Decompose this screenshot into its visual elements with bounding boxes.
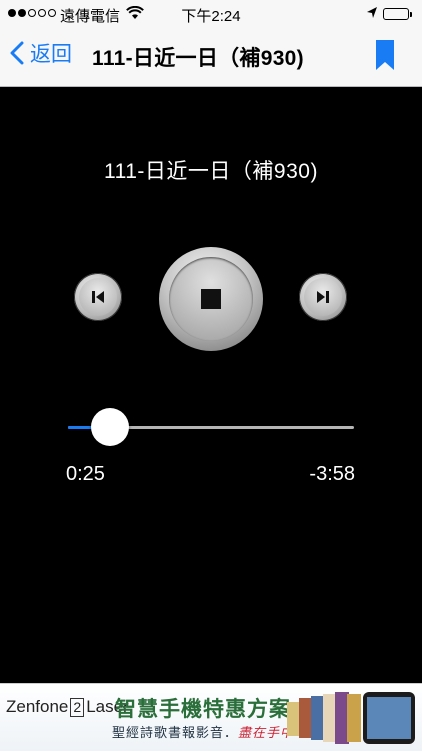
bookmark-icon	[376, 40, 394, 70]
ad-subline: 聖經詩歌書報影音．盡在手中	[112, 722, 294, 741]
page-title: 111-日近一日（補930)	[92, 47, 304, 70]
back-button[interactable]: 返回	[10, 38, 72, 68]
skip-previous-icon	[92, 291, 104, 303]
clock: 下午2:24	[181, 8, 241, 25]
next-track-button[interactable]	[299, 273, 347, 321]
chevron-left-icon	[10, 41, 24, 65]
navigation-bar: 返回 111-日近一日（補930)	[0, 28, 422, 86]
ad-product-image	[287, 692, 415, 744]
top-bar: 遠傳電信 下午2:24 返回 111-日近一日（補930)	[0, 0, 422, 87]
status-bar: 遠傳電信 下午2:24	[0, 0, 422, 28]
progress-slider[interactable]	[68, 408, 354, 446]
previous-track-button[interactable]	[74, 273, 122, 321]
remaining-time: -3:58	[309, 463, 355, 485]
back-label: 返回	[30, 43, 72, 66]
stop-button[interactable]	[159, 247, 263, 351]
slider-thumb[interactable]	[91, 408, 130, 446]
ad-brand-left: Zenfone	[6, 697, 69, 716]
battery-icon	[383, 8, 412, 20]
track-title: 111-日近一日（補930)	[104, 160, 318, 183]
ad-brand-number: 2	[70, 697, 85, 717]
ad-banner[interactable]: Zenfone 2 Laser 智慧手機特惠方案 聖經詩歌書報影音．盡在手中	[0, 683, 422, 751]
ad-brand: Zenfone 2 Laser	[6, 697, 129, 717]
skip-next-icon	[317, 291, 329, 303]
stop-icon	[201, 289, 221, 309]
ad-subline-accent: 盡在手中	[238, 725, 295, 740]
location-arrow-icon	[366, 6, 378, 24]
ad-subline-text: 聖經詩歌書報影音．	[112, 725, 239, 740]
bookmark-button[interactable]	[376, 40, 394, 75]
elapsed-time: 0:25	[66, 463, 105, 485]
ad-headline: 智慧手機特惠方案	[115, 698, 291, 721]
